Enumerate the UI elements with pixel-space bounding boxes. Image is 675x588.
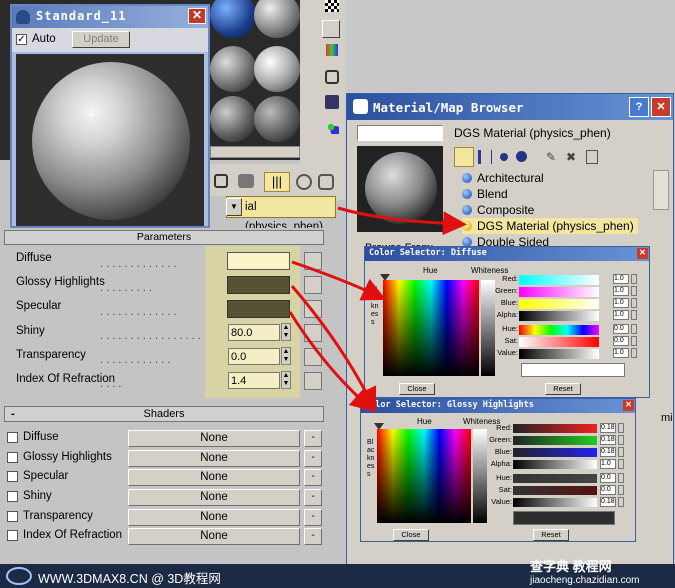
arrow-diffuse-to-selector [291, 260, 387, 301]
arrow-material-to-browser [337, 206, 467, 236]
footer-watermark: WWW.3DMAX8.CN @ 3D教程网 [38, 572, 221, 586]
footer-logo [6, 567, 32, 585]
arrow-specular-to-selector [288, 311, 375, 412]
arrow-glossy-to-selector [290, 285, 377, 413]
annotation-arrows [288, 206, 467, 413]
footer-site-url: jiaocheng.chazidian.com [530, 575, 640, 586]
footer-site-title: 查字典 教程网 [530, 559, 612, 574]
